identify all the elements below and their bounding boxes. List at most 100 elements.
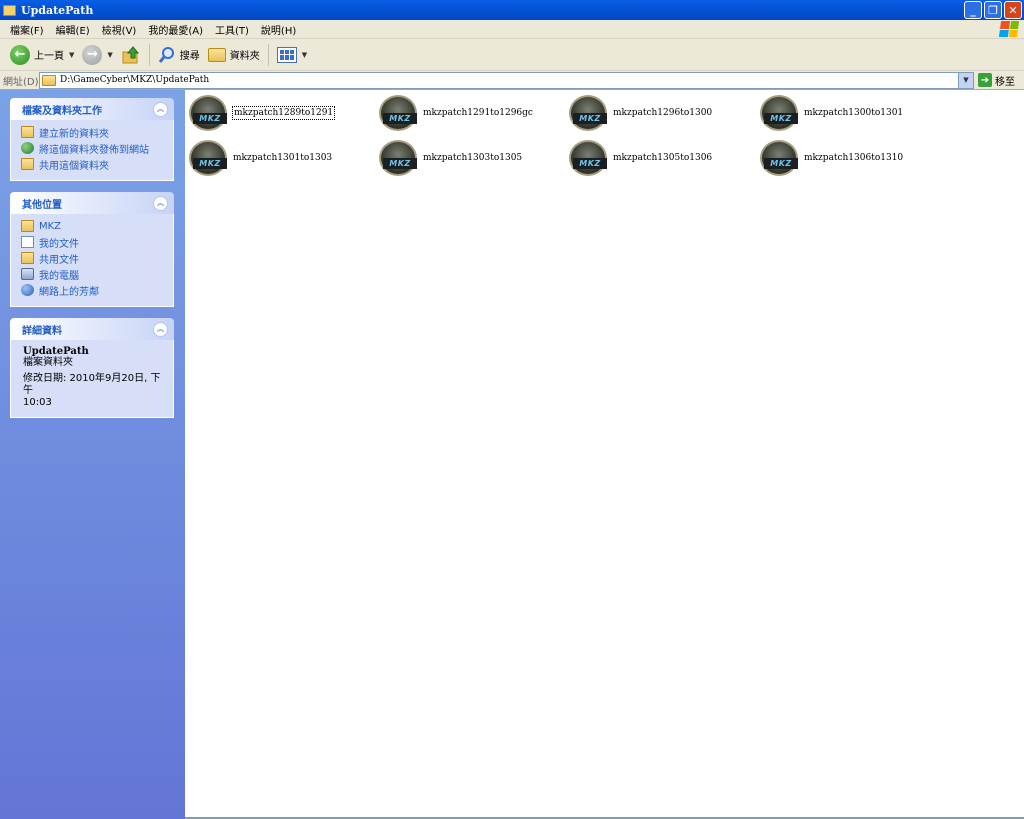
task-new-folder[interactable]: 建立新的資料夾 bbox=[21, 124, 165, 140]
place-label: 我的電腦 bbox=[39, 270, 79, 282]
place-label: 我的文件 bbox=[39, 238, 79, 250]
place-shared-documents[interactable]: 共用文件 bbox=[21, 250, 165, 266]
collapse-icon[interactable]: ︽ bbox=[153, 101, 168, 117]
go-button[interactable]: ➔ 移至 bbox=[978, 73, 1015, 88]
forward-arrow-icon: → bbox=[82, 44, 103, 65]
minimize-button[interactable]: _ bbox=[964, 1, 982, 19]
forward-button[interactable]: → ▼ bbox=[78, 42, 116, 68]
title-bar: UpdatePath _ ❐ ✕ bbox=[0, 0, 1024, 20]
collapse-icon[interactable]: ︽ bbox=[153, 321, 168, 337]
menu-file[interactable]: 檔案(F) bbox=[4, 22, 50, 37]
file-name: mkzpatch1296to1300 bbox=[613, 108, 713, 118]
details-modified: 修改日期: 2010年9月20日, 下午 bbox=[23, 373, 161, 396]
file-name: mkzpatch1305to1306 bbox=[613, 153, 713, 163]
task-publish-web[interactable]: 將這個資料夾發佈到網站 bbox=[21, 140, 165, 156]
file-list: mkzpatch1289to1291 mkzpatch1291to1296gc … bbox=[185, 90, 1024, 819]
menu-favorites[interactable]: 我的最愛(A) bbox=[142, 22, 209, 37]
close-button[interactable]: ✕ bbox=[1004, 1, 1022, 19]
menu-view[interactable]: 檢視(V) bbox=[96, 22, 143, 37]
details-box: 詳細資料 ︽ UpdatePath 檔案資料夾 修改日期: 2010年9月20日… bbox=[10, 318, 174, 418]
up-folder-button[interactable] bbox=[117, 42, 145, 68]
file-item[interactable]: mkzpatch1306to1310 bbox=[760, 138, 904, 178]
details-body: UpdatePath 檔案資料夾 修改日期: 2010年9月20日, 下午 10… bbox=[10, 340, 174, 418]
file-item[interactable]: mkzpatch1305to1306 bbox=[569, 138, 713, 178]
address-dropdown-button[interactable]: ▼ bbox=[958, 72, 973, 88]
mkz-patch-icon bbox=[379, 140, 417, 176]
menu-edit[interactable]: 編輯(E) bbox=[50, 22, 96, 37]
file-tasks-header[interactable]: 檔案及資料夾工作 ︽ bbox=[10, 98, 174, 120]
mkz-patch-icon bbox=[189, 95, 227, 131]
search-button[interactable]: 搜尋 bbox=[154, 42, 204, 68]
file-item[interactable]: mkzpatch1303to1305 bbox=[379, 138, 523, 178]
toolbar-separator bbox=[148, 43, 150, 66]
back-arrow-icon: ← bbox=[10, 44, 30, 65]
file-item[interactable]: mkzpatch1301to1303 bbox=[189, 138, 333, 178]
windows-logo-icon bbox=[998, 21, 1020, 37]
details-name: UpdatePath bbox=[23, 346, 89, 357]
details-title: 詳細資料 bbox=[22, 325, 62, 337]
search-icon bbox=[158, 46, 174, 63]
file-item[interactable]: mkzpatch1296to1300 bbox=[569, 93, 713, 133]
file-item[interactable]: mkzpatch1300to1301 bbox=[760, 93, 904, 133]
chevron-down-icon[interactable]: ▼ bbox=[69, 51, 74, 59]
details-type: 檔案資料夾 bbox=[23, 357, 73, 368]
chevron-down-icon[interactable]: ▼ bbox=[107, 51, 112, 59]
mkz-patch-icon bbox=[189, 140, 227, 176]
place-label: 共用文件 bbox=[39, 254, 79, 266]
menu-bar: 檔案(F) 編輯(E) 檢視(V) 我的最愛(A) 工具(T) 說明(H) bbox=[0, 20, 1024, 39]
address-path[interactable]: D:\GameCyber\MKZ\UpdatePath bbox=[60, 75, 209, 85]
toolbar: ← 上一頁 ▼ → ▼ 搜尋 資料夾 ▼ bbox=[0, 39, 1024, 71]
place-my-computer[interactable]: 我的電腦 bbox=[21, 266, 165, 282]
other-places-header[interactable]: 其他位置 ︽ bbox=[10, 192, 174, 214]
details-header[interactable]: 詳細資料 ︽ bbox=[10, 318, 174, 340]
place-network[interactable]: 網路上的芳鄰 bbox=[21, 282, 165, 298]
task-label: 共用這個資料夾 bbox=[39, 160, 109, 172]
menu-tools[interactable]: 工具(T) bbox=[209, 22, 255, 37]
file-name: mkzpatch1301to1303 bbox=[233, 153, 333, 163]
folders-label: 資料夾 bbox=[229, 51, 260, 62]
file-name: mkzpatch1291to1296gc bbox=[423, 108, 533, 118]
other-places-title: 其他位置 bbox=[22, 199, 62, 211]
file-item[interactable]: mkzpatch1291to1296gc bbox=[379, 93, 534, 133]
views-button[interactable]: ▼ bbox=[273, 42, 311, 68]
folder-icon bbox=[21, 220, 34, 232]
mkz-patch-icon bbox=[760, 140, 798, 176]
place-label: 網路上的芳鄰 bbox=[39, 286, 99, 298]
address-bar: 網址(D) D:\GameCyber\MKZ\UpdatePath ▼ ➔ 移至 bbox=[0, 71, 1024, 90]
chevron-down-icon: ▼ bbox=[301, 50, 308, 59]
search-label: 搜尋 bbox=[179, 51, 200, 62]
place-my-documents[interactable]: 我的文件 bbox=[21, 234, 165, 250]
details-modified-time: 10:03 bbox=[23, 397, 52, 408]
maximize-button[interactable]: ❐ bbox=[984, 1, 1002, 19]
task-share-folder[interactable]: 共用這個資料夾 bbox=[21, 156, 165, 172]
window-controls: _ ❐ ✕ bbox=[964, 1, 1022, 19]
window-title: UpdatePath bbox=[21, 3, 94, 17]
folder-icon bbox=[207, 47, 226, 62]
documents-icon bbox=[21, 236, 34, 248]
folder-icon bbox=[42, 74, 56, 86]
go-arrow-icon: ➔ bbox=[978, 73, 992, 87]
back-button[interactable]: ← 上一頁 ▼ bbox=[6, 42, 78, 68]
new-folder-icon bbox=[21, 126, 34, 138]
task-pane: 檔案及資料夾工作 ︽ 建立新的資料夾 將這個資料夾發佈到網站 共用這個資料夾 其… bbox=[0, 90, 185, 819]
menu-help[interactable]: 說明(H) bbox=[255, 22, 302, 37]
file-name: mkzpatch1300to1301 bbox=[804, 108, 904, 118]
other-places-body: MKZ 我的文件 共用文件 我的電腦 網路上的芳鄰 bbox=[10, 214, 174, 307]
collapse-icon[interactable]: ︽ bbox=[153, 195, 168, 211]
mkz-patch-icon bbox=[569, 140, 607, 176]
task-label: 將這個資料夾發佈到網站 bbox=[39, 144, 149, 156]
folder-icon bbox=[21, 252, 34, 264]
place-label: MKZ bbox=[39, 220, 62, 232]
go-label: 移至 bbox=[995, 76, 1015, 88]
up-folder-icon bbox=[122, 45, 139, 63]
file-item[interactable]: mkzpatch1289to1291 bbox=[189, 93, 336, 133]
globe-icon bbox=[21, 142, 34, 154]
toolbar-separator bbox=[267, 43, 269, 66]
address-field[interactable]: D:\GameCyber\MKZ\UpdatePath ▼ bbox=[39, 71, 974, 89]
mkz-patch-icon bbox=[379, 95, 417, 131]
file-tasks-body: 建立新的資料夾 將這個資料夾發佈到網站 共用這個資料夾 bbox=[10, 120, 174, 181]
file-name: mkzpatch1306to1310 bbox=[804, 153, 904, 163]
folders-button[interactable]: 資料夾 bbox=[204, 42, 264, 68]
address-label: 網址(D) bbox=[3, 76, 39, 88]
place-mkz[interactable]: MKZ bbox=[21, 218, 165, 234]
